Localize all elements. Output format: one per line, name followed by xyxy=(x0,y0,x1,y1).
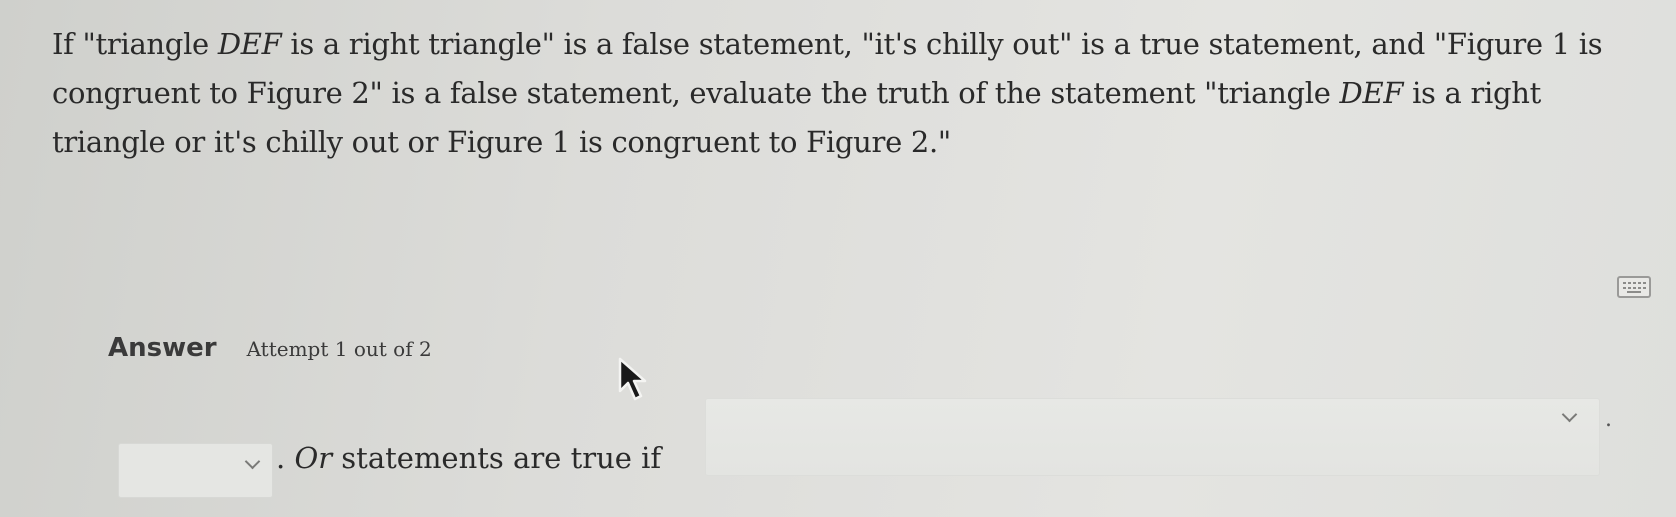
quantifier-dropdown[interactable] xyxy=(118,443,273,498)
chevron-down-icon xyxy=(1561,406,1578,423)
sentence-text: statements are true if xyxy=(332,441,662,475)
question-text: If "triangle DEF is a right triangle" is… xyxy=(52,20,1652,167)
keyboard-icon[interactable] xyxy=(1617,276,1651,298)
attempt-counter: Attempt 1 out of 2 xyxy=(246,337,432,361)
answer-header: Answer Attempt 1 out of 2 xyxy=(108,333,432,363)
answer-sentence: . Or statements are true if xyxy=(276,441,661,475)
or-word: Or xyxy=(294,441,333,475)
trailing-period: . xyxy=(1605,407,1612,432)
chevron-down-icon xyxy=(244,453,261,470)
answer-label: Answer xyxy=(108,333,217,363)
math-def-2: DEF xyxy=(1339,76,1404,110)
question-part-1: If "triangle xyxy=(52,27,218,61)
math-def-1: DEF xyxy=(217,27,282,61)
sentence-prefix: . xyxy=(276,441,295,475)
condition-dropdown[interactable] xyxy=(705,398,1600,476)
